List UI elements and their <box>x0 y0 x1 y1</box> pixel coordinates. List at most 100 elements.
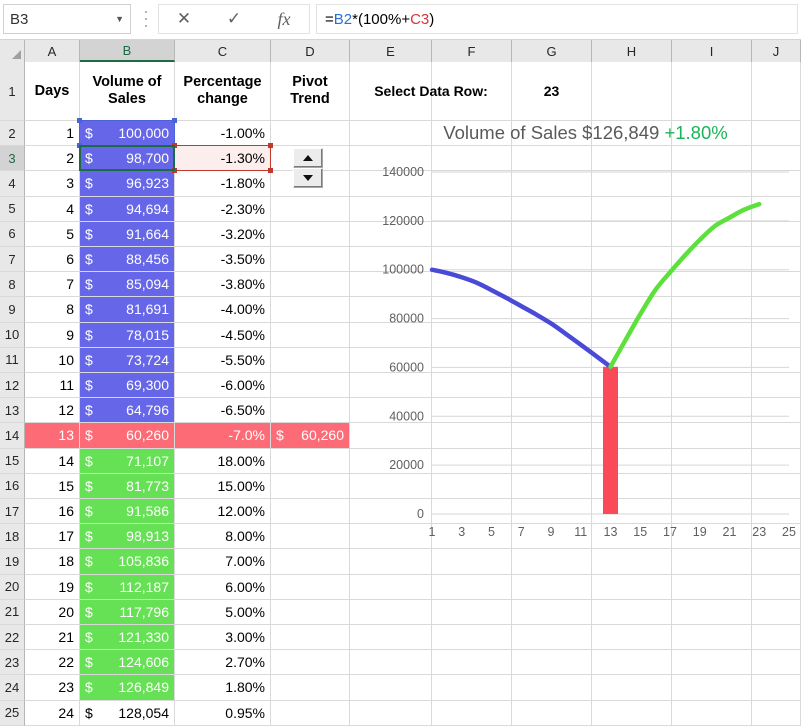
data-row-spinner[interactable] <box>293 148 323 189</box>
cell-H20[interactable] <box>592 574 672 600</box>
cell-H25[interactable] <box>592 700 672 726</box>
row-header-13[interactable]: 13 <box>0 398 25 424</box>
cell-J22[interactable] <box>752 625 801 651</box>
cell-D24[interactable] <box>271 675 350 701</box>
cell-B6[interactable]: $91,664 <box>80 221 175 247</box>
cell-C9[interactable]: -4.00% <box>175 297 271 323</box>
column-header-a[interactable]: A <box>25 40 80 62</box>
cell-C21[interactable]: 5.00% <box>175 599 271 625</box>
cell-I24[interactable] <box>672 675 752 701</box>
cell-D10[interactable] <box>271 322 350 348</box>
cell-A21[interactable]: 20 <box>25 599 80 625</box>
cell-C23[interactable]: 2.70% <box>175 650 271 676</box>
cell-C4[interactable]: -1.80% <box>175 171 271 197</box>
cell-B1[interactable]: Volume of Sales <box>80 62 175 121</box>
cell-A24[interactable]: 23 <box>25 675 80 701</box>
cell-B9[interactable]: $81,691 <box>80 297 175 323</box>
row-header-10[interactable]: 10 <box>0 322 25 348</box>
cell-J24[interactable] <box>752 675 801 701</box>
cell-A11[interactable]: 10 <box>25 347 80 373</box>
cell-C17[interactable]: 12.00% <box>175 499 271 525</box>
row-header-9[interactable]: 9 <box>0 297 25 323</box>
cell-A14[interactable]: 13 <box>25 423 80 449</box>
cell-G24[interactable] <box>512 675 592 701</box>
chevron-down-icon[interactable]: ▼ <box>115 14 124 24</box>
cell-D17[interactable] <box>271 499 350 525</box>
cell-I20[interactable] <box>672 574 752 600</box>
enter-icon[interactable]: ✓ <box>212 5 256 33</box>
cell-C11[interactable]: -5.50% <box>175 347 271 373</box>
cell-D22[interactable] <box>271 625 350 651</box>
cell-D11[interactable] <box>271 347 350 373</box>
cell-J21[interactable] <box>752 599 801 625</box>
cell-D13[interactable] <box>271 398 350 424</box>
cell-G1[interactable]: 23 <box>512 62 592 121</box>
cell-B18[interactable]: $98,913 <box>80 524 175 550</box>
cell-C13[interactable]: -6.50% <box>175 398 271 424</box>
cell-A8[interactable]: 7 <box>25 272 80 298</box>
column-header-g[interactable]: G <box>512 40 592 62</box>
cell-D19[interactable] <box>271 549 350 575</box>
column-header-d[interactable]: D <box>271 40 350 62</box>
cell-J23[interactable] <box>752 650 801 676</box>
cell-B2[interactable]: $100,000 <box>80 121 175 147</box>
cell-B14[interactable]: $60,260 <box>80 423 175 449</box>
cell-B7[interactable]: $88,456 <box>80 247 175 273</box>
cell-B16[interactable]: $81,773 <box>80 473 175 499</box>
cell-D6[interactable] <box>271 221 350 247</box>
cell-E23[interactable] <box>350 650 432 676</box>
row-header-15[interactable]: 15 <box>0 448 25 474</box>
cell-B11[interactable]: $73,724 <box>80 347 175 373</box>
cell-E22[interactable] <box>350 625 432 651</box>
cell-A9[interactable]: 8 <box>25 297 80 323</box>
cell-D12[interactable] <box>271 373 350 399</box>
cell-A20[interactable]: 19 <box>25 574 80 600</box>
row-header-11[interactable]: 11 <box>0 347 25 373</box>
cell-H23[interactable] <box>592 650 672 676</box>
cell-E25[interactable] <box>350 700 432 726</box>
cell-C16[interactable]: 15.00% <box>175 473 271 499</box>
cell-D5[interactable] <box>271 196 350 222</box>
cell-C5[interactable]: -2.30% <box>175 196 271 222</box>
cell-F21[interactable] <box>432 599 512 625</box>
cell-I25[interactable] <box>672 700 752 726</box>
cell-A3[interactable]: 2 <box>25 146 80 172</box>
cell-B10[interactable]: $78,015 <box>80 322 175 348</box>
cell-G21[interactable] <box>512 599 592 625</box>
cell-A2[interactable]: 1 <box>25 121 80 147</box>
cell-D23[interactable] <box>271 650 350 676</box>
cell-G25[interactable] <box>512 700 592 726</box>
cell-B23[interactable]: $124,606 <box>80 650 175 676</box>
cell-A25[interactable]: 24 <box>25 700 80 726</box>
row-header-19[interactable]: 19 <box>0 549 25 575</box>
cell-H22[interactable] <box>592 625 672 651</box>
cell-I23[interactable] <box>672 650 752 676</box>
row-header-23[interactable]: 23 <box>0 650 25 676</box>
row-header-4[interactable]: 4 <box>0 171 25 197</box>
cell-D15[interactable] <box>271 448 350 474</box>
cell-A19[interactable]: 18 <box>25 549 80 575</box>
cell-B3[interactable]: $98,700 <box>80 146 175 172</box>
cell-A18[interactable]: 17 <box>25 524 80 550</box>
cell-J25[interactable] <box>752 700 801 726</box>
cell-C24[interactable]: 1.80% <box>175 675 271 701</box>
cell-I21[interactable] <box>672 599 752 625</box>
cell-D2[interactable] <box>271 121 350 147</box>
cell-B4[interactable]: $96,923 <box>80 171 175 197</box>
cell-H24[interactable] <box>592 675 672 701</box>
insert-function-icon[interactable]: fx <box>262 5 306 33</box>
row-header-18[interactable]: 18 <box>0 524 25 550</box>
cell-E20[interactable] <box>350 574 432 600</box>
cell-B17[interactable]: $91,586 <box>80 499 175 525</box>
cell-A5[interactable]: 4 <box>25 196 80 222</box>
row-header-22[interactable]: 22 <box>0 625 25 651</box>
cell-C2[interactable]: -1.00% <box>175 121 271 147</box>
column-header-e[interactable]: E <box>350 40 432 62</box>
column-header-c[interactable]: C <box>175 40 271 62</box>
cell-C18[interactable]: 8.00% <box>175 524 271 550</box>
cell-C15[interactable]: 18.00% <box>175 448 271 474</box>
row-header-8[interactable]: 8 <box>0 272 25 298</box>
cell-B22[interactable]: $121,330 <box>80 625 175 651</box>
cell-D7[interactable] <box>271 247 350 273</box>
cell-F23[interactable] <box>432 650 512 676</box>
